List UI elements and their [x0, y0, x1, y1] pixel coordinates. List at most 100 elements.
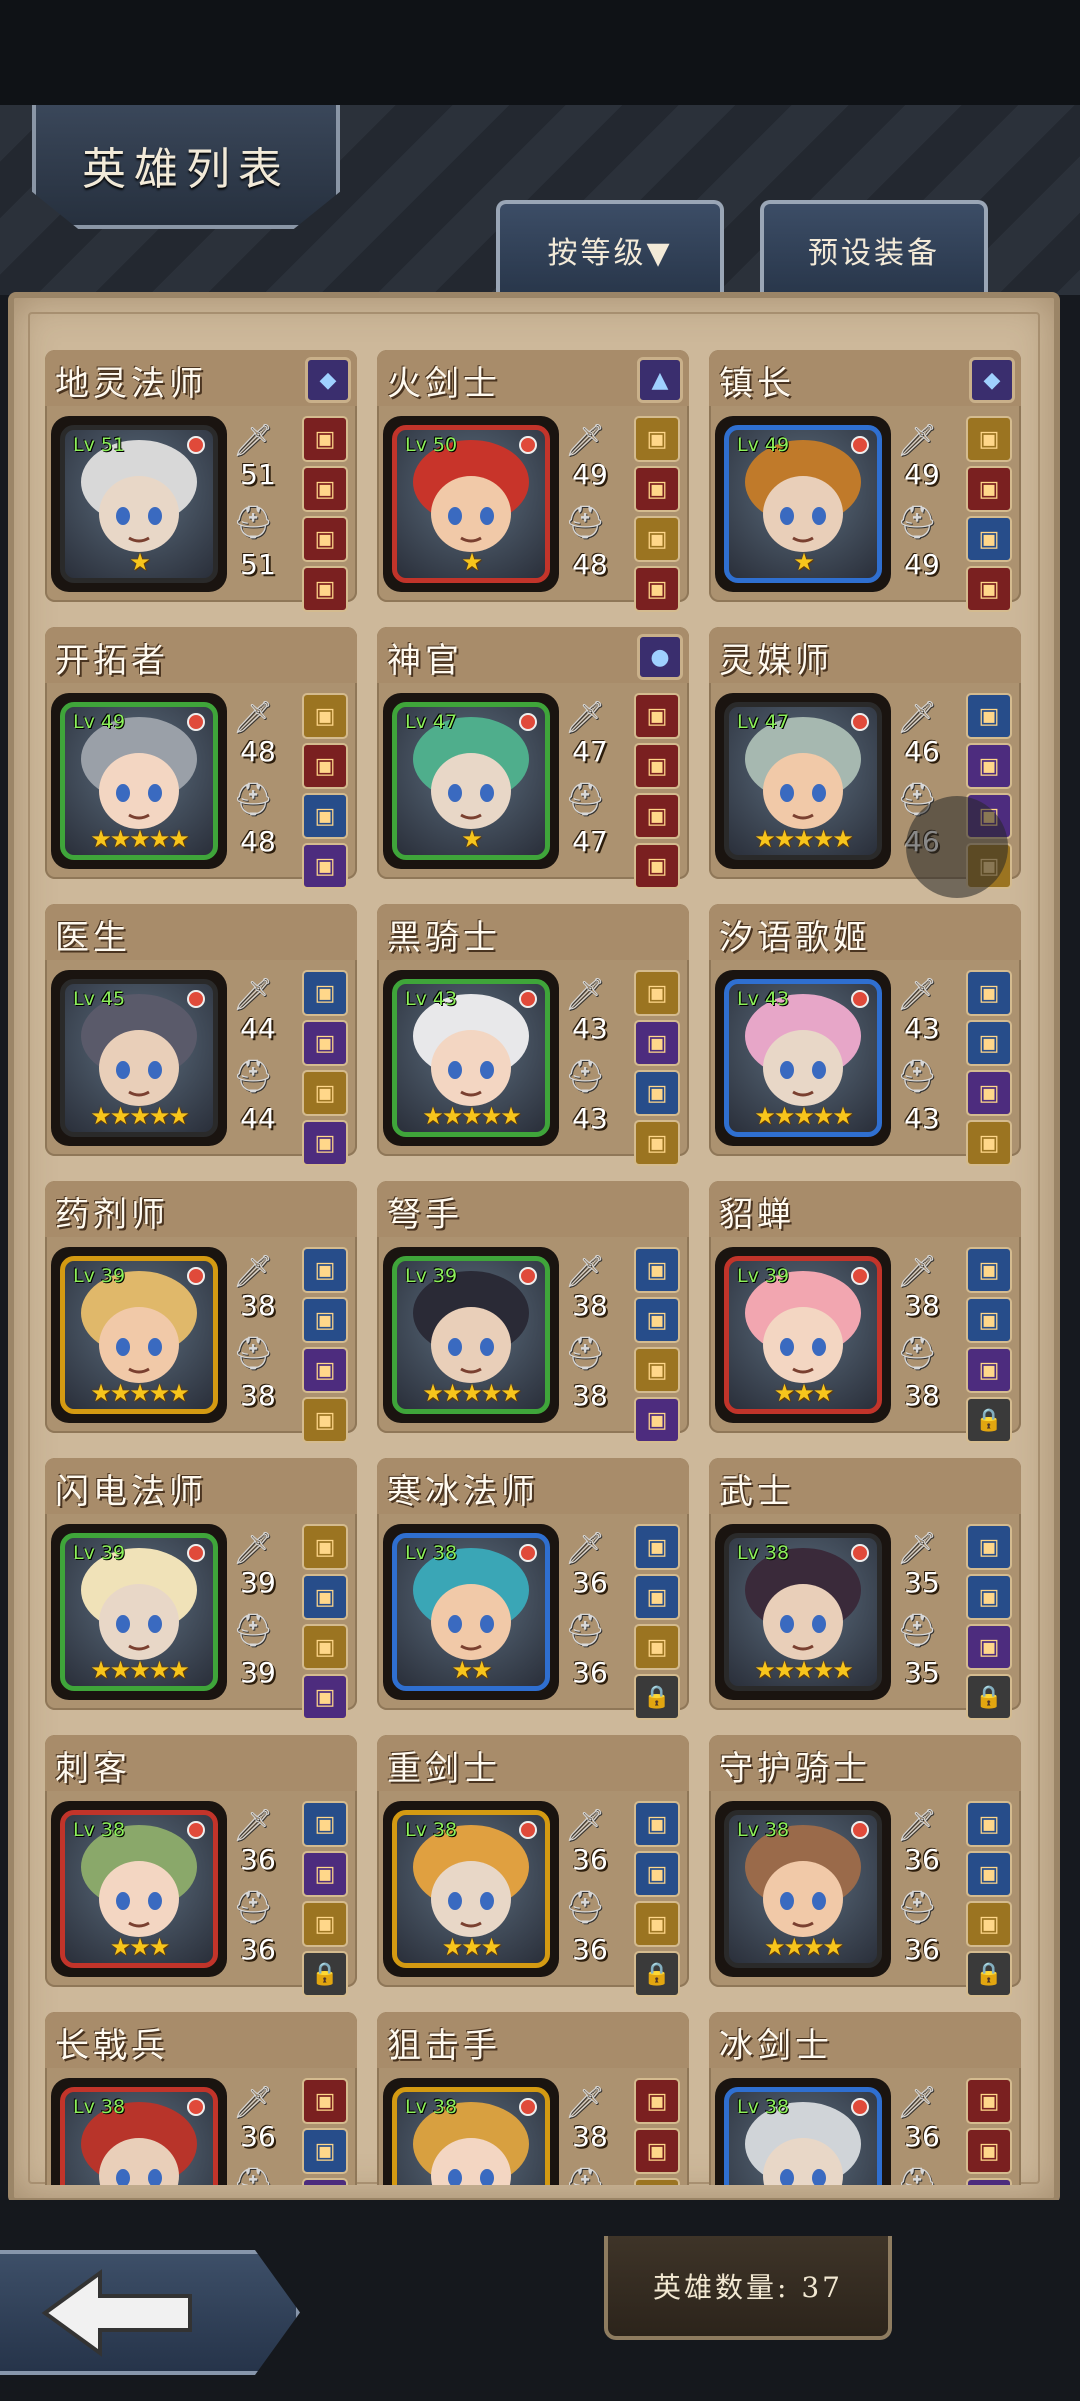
gem-icon[interactable]: ◆: [969, 357, 1015, 403]
equipment-slot[interactable]: ▣: [302, 1247, 348, 1293]
hero-portrait[interactable]: Lv 38 ★★★★★: [715, 1524, 891, 1700]
hero-portrait[interactable]: Lv 50 ★: [383, 416, 559, 592]
hero-card[interactable]: 长戟兵 Lv 38 🗡 36 ⛑ ▣ ▣: [45, 2012, 357, 2185]
equipment-slot[interactable]: ▣: [966, 743, 1012, 789]
hero-card[interactable]: 冰剑士 Lv 38 🗡 36 ⛑ ▣ ▣: [709, 2012, 1021, 2185]
equipment-slot[interactable]: ▣: [966, 1120, 1012, 1166]
equipment-slot[interactable]: ▣: [634, 2178, 680, 2185]
equipment-slot[interactable]: ▣: [302, 1851, 348, 1897]
equipment-slot[interactable]: ▣: [302, 743, 348, 789]
equipment-slot[interactable]: ▣: [634, 516, 680, 562]
hero-portrait[interactable]: Lv 49 ★: [715, 416, 891, 592]
equipment-slot[interactable]: ▣: [302, 466, 348, 512]
equipment-slot[interactable]: ▣: [302, 970, 348, 1016]
equipment-slot[interactable]: ▣: [634, 1070, 680, 1116]
equipment-slot[interactable]: ▣: [634, 693, 680, 739]
hero-portrait[interactable]: Lv 39 ★★★★★: [51, 1247, 227, 1423]
hero-card[interactable]: 貂蝉 Lv 39 ★★★ 🗡 38 ⛑ 38 ▣ ▣ ▣ 🔒: [709, 1181, 1021, 1443]
equipment-slot[interactable]: ▣: [302, 1674, 348, 1720]
equipment-slot[interactable]: ▣: [634, 1297, 680, 1343]
hero-portrait[interactable]: Lv 51 ★: [51, 416, 227, 592]
hero-card[interactable]: 武士 Lv 38 ★★★★★ 🗡 35 ⛑ 35 ▣ ▣ ▣ 🔒: [709, 1458, 1021, 1720]
equipment-slot[interactable]: ▣: [966, 1901, 1012, 1947]
equipment-slot[interactable]: ▣: [634, 1020, 680, 1066]
equipment-slot[interactable]: ▣: [634, 1247, 680, 1293]
hero-card[interactable]: 刺客 Lv 38 ★★★ 🗡 36 ⛑ 36 ▣ ▣ ▣ 🔒: [45, 1735, 357, 1997]
equipment-slot[interactable]: ▣: [302, 1801, 348, 1847]
equipment-slot[interactable]: ▣: [302, 1624, 348, 1670]
gem-icon[interactable]: ◆: [305, 357, 351, 403]
hero-portrait[interactable]: Lv 39 ★★★: [715, 1247, 891, 1423]
equipment-slot[interactable]: ▣: [302, 843, 348, 889]
equipment-slot[interactable]: ▣: [302, 416, 348, 462]
equipment-slot[interactable]: ▣: [966, 1020, 1012, 1066]
hero-portrait[interactable]: Lv 38: [51, 2078, 227, 2185]
equipment-slot[interactable]: ▣: [634, 2128, 680, 2174]
locked-slot-icon[interactable]: 🔒: [302, 1951, 348, 1997]
equipment-slot[interactable]: ▣: [302, 2128, 348, 2174]
hero-portrait[interactable]: Lv 38: [715, 2078, 891, 2185]
equipment-slot[interactable]: ▣: [966, 1801, 1012, 1847]
hero-card[interactable]: 黑骑士 Lv 43 ★★★★★ 🗡 43 ⛑ 43 ▣ ▣ ▣ ▣: [377, 904, 689, 1166]
equipment-slot[interactable]: ▣: [302, 693, 348, 739]
equipment-slot[interactable]: ▣: [634, 466, 680, 512]
hero-card[interactable]: 镇长 ◆ Lv 49 ★ 🗡 49 ⛑ 49 ▣ ▣ ▣ ▣: [709, 350, 1021, 612]
equipment-slot[interactable]: ▣: [302, 1524, 348, 1570]
equipment-slot[interactable]: ▣: [302, 1070, 348, 1116]
equipment-slot[interactable]: ▣: [634, 843, 680, 889]
locked-slot-icon[interactable]: 🔒: [966, 1674, 1012, 1720]
equipment-slot[interactable]: ▣: [302, 1397, 348, 1443]
hero-card[interactable]: 医生 Lv 45 ★★★★★ 🗡 44 ⛑ 44 ▣ ▣ ▣ ▣: [45, 904, 357, 1166]
gem-icon[interactable]: ▲: [637, 357, 683, 403]
equipment-slot[interactable]: ▣: [302, 1297, 348, 1343]
hero-portrait[interactable]: Lv 43 ★★★★★: [715, 970, 891, 1146]
hero-card[interactable]: 狙击手 Lv 38 🗡 38 ⛑ ▣ ▣: [377, 2012, 689, 2185]
equipment-slot[interactable]: ▣: [634, 1347, 680, 1393]
equipment-slot[interactable]: ▣: [634, 793, 680, 839]
locked-slot-icon[interactable]: 🔒: [966, 1951, 1012, 1997]
equipment-slot[interactable]: ▣: [966, 1347, 1012, 1393]
equipment-slot[interactable]: ▣: [966, 1070, 1012, 1116]
hero-portrait[interactable]: Lv 38 ★★★: [383, 1801, 559, 1977]
equipment-slot[interactable]: ▣: [634, 1801, 680, 1847]
hero-card[interactable]: 药剂师 Lv 39 ★★★★★ 🗡 38 ⛑ 38 ▣ ▣ ▣ ▣: [45, 1181, 357, 1443]
equipment-slot[interactable]: ▣: [302, 793, 348, 839]
equipment-slot[interactable]: ▣: [634, 743, 680, 789]
hero-card[interactable]: 地灵法师 ◆ Lv 51 ★ 🗡 51 ⛑ 51 ▣ ▣ ▣ ▣: [45, 350, 357, 612]
floating-assist-button[interactable]: [906, 796, 1008, 898]
equipment-slot[interactable]: ▣: [966, 1247, 1012, 1293]
equipment-slot[interactable]: ▣: [966, 1624, 1012, 1670]
hero-card[interactable]: 神官 ● Lv 47 ★ 🗡 47 ⛑ 47 ▣ ▣ ▣ ▣: [377, 627, 689, 889]
hero-portrait[interactable]: Lv 47 ★★★★★: [715, 693, 891, 869]
equipment-slot[interactable]: ▣: [634, 1574, 680, 1620]
equipment-slot[interactable]: ▣: [634, 416, 680, 462]
equipment-slot[interactable]: ▣: [302, 566, 348, 612]
equipment-slot[interactable]: ▣: [966, 1297, 1012, 1343]
equipment-slot[interactable]: ▣: [966, 1574, 1012, 1620]
hero-card[interactable]: 闪电法师 Lv 39 ★★★★★ 🗡 39 ⛑ 39 ▣ ▣ ▣ ▣: [45, 1458, 357, 1720]
equipment-slot[interactable]: ▣: [302, 1574, 348, 1620]
equipment-slot[interactable]: ▣: [966, 566, 1012, 612]
equipment-slot[interactable]: ▣: [634, 566, 680, 612]
back-button[interactable]: [0, 2250, 300, 2375]
hero-card[interactable]: 弩手 Lv 39 ★★★★★ 🗡 38 ⛑ 38 ▣ ▣ ▣ ▣: [377, 1181, 689, 1443]
hero-portrait[interactable]: Lv 38 ★★★★: [715, 1801, 891, 1977]
equipment-slot[interactable]: ▣: [302, 1347, 348, 1393]
equipment-slot[interactable]: ▣: [966, 970, 1012, 1016]
hero-portrait[interactable]: Lv 45 ★★★★★: [51, 970, 227, 1146]
equipment-slot[interactable]: ▣: [634, 1120, 680, 1166]
equipment-slot[interactable]: ▣: [966, 516, 1012, 562]
hero-card[interactable]: 开拓者 Lv 49 ★★★★★ 🗡 48 ⛑ 48 ▣ ▣ ▣ ▣: [45, 627, 357, 889]
hero-portrait[interactable]: Lv 43 ★★★★★: [383, 970, 559, 1146]
locked-slot-icon[interactable]: 🔒: [634, 1674, 680, 1720]
hero-card[interactable]: 重剑士 Lv 38 ★★★ 🗡 36 ⛑ 36 ▣ ▣ ▣ 🔒: [377, 1735, 689, 1997]
equipment-slot[interactable]: ▣: [634, 1397, 680, 1443]
hero-portrait[interactable]: Lv 38 ★★★: [51, 1801, 227, 1977]
hero-card[interactable]: 守护骑士 Lv 38 ★★★★ 🗡 36 ⛑ 36 ▣ ▣ ▣ 🔒: [709, 1735, 1021, 1997]
equipment-slot[interactable]: ▣: [966, 693, 1012, 739]
hero-grid[interactable]: 地灵法师 ◆ Lv 51 ★ 🗡 51 ⛑ 51 ▣ ▣ ▣ ▣ 火剑士 ▲ L…: [45, 350, 1027, 2185]
hero-portrait[interactable]: Lv 47 ★: [383, 693, 559, 869]
equipment-slot[interactable]: ▣: [966, 2128, 1012, 2174]
equipment-slot[interactable]: ▣: [634, 970, 680, 1016]
equipment-slot[interactable]: ▣: [634, 1524, 680, 1570]
